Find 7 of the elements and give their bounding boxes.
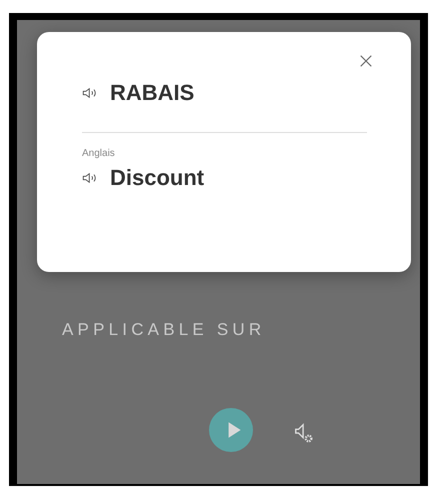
translation-text: Discount bbox=[110, 165, 204, 191]
play-button[interactable] bbox=[209, 408, 253, 452]
language-label: Anglais bbox=[82, 148, 116, 159]
section-heading: APPLICABLE SUR bbox=[62, 320, 266, 340]
term-text: RABAIS bbox=[110, 80, 194, 106]
close-icon[interactable] bbox=[359, 54, 373, 68]
speaker-gear-icon[interactable] bbox=[293, 422, 315, 444]
